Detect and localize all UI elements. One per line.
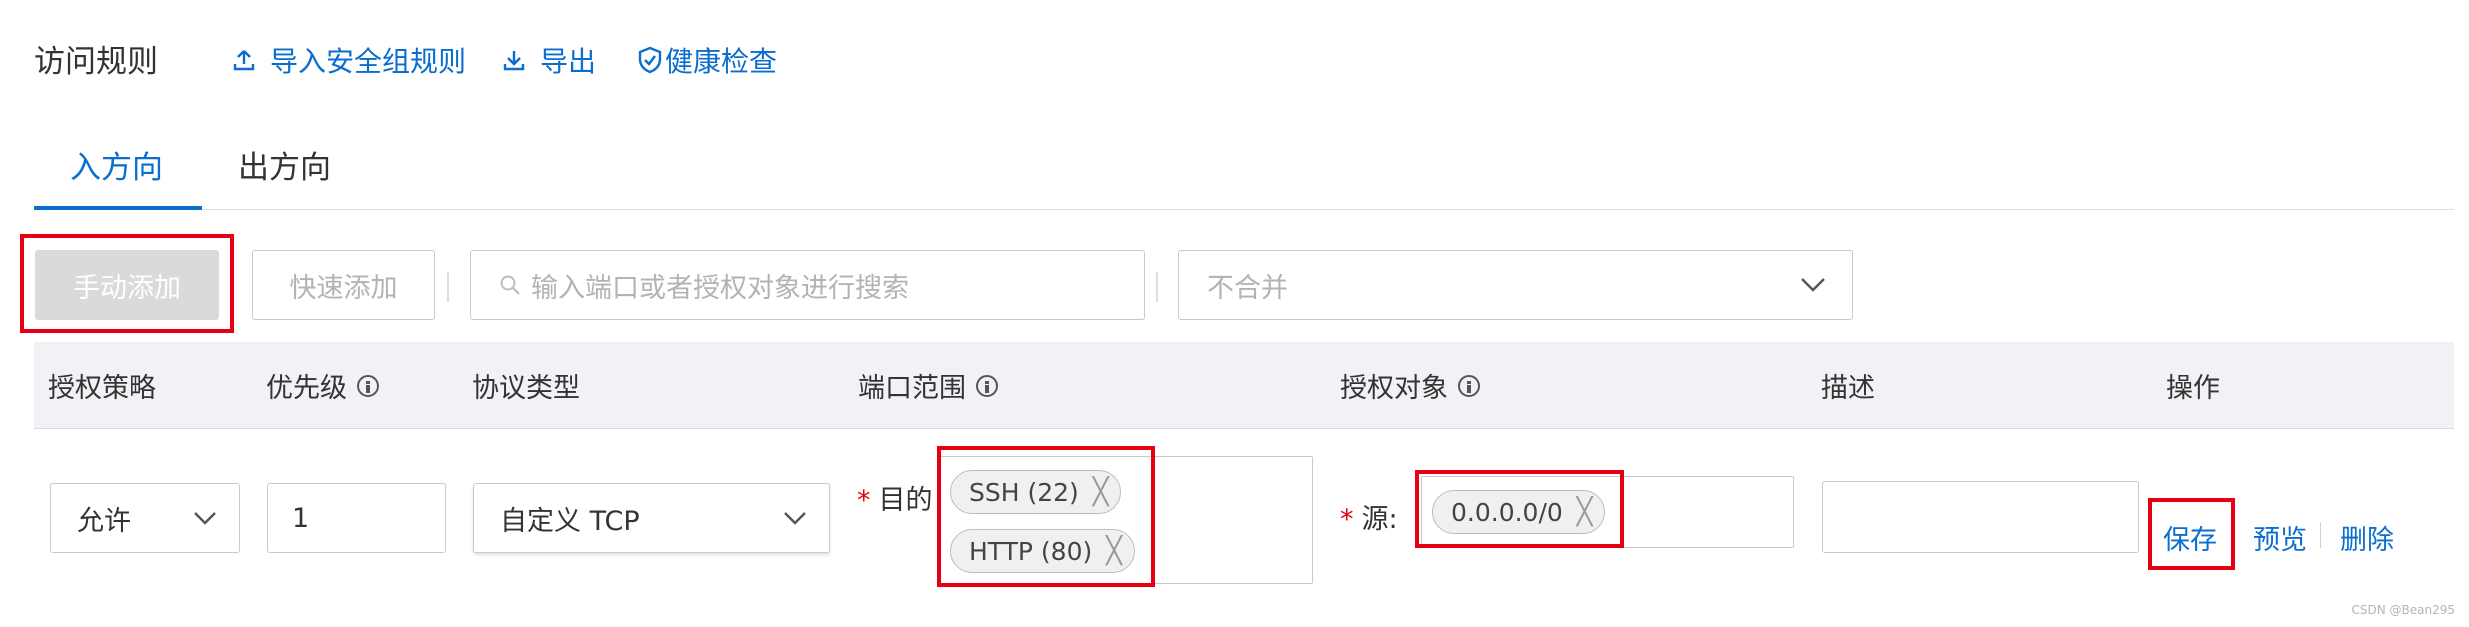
column-header-priority: 优先级 — [266, 366, 379, 405]
chevron-down-icon — [194, 512, 216, 525]
column-header-protocol: 协议类型 — [472, 373, 580, 404]
policy-select-value: 允许 — [77, 505, 131, 537]
export-link[interactable]: 导出 — [502, 40, 596, 80]
import-rules-label: 导入安全组规则 — [270, 45, 467, 78]
toolbar-divider-2 — [1156, 272, 1158, 302]
health-check-link[interactable]: 健康检查 — [637, 40, 777, 80]
tab-divider — [34, 209, 2454, 210]
shield-check-icon — [638, 46, 662, 74]
info-icon[interactable] — [357, 374, 379, 397]
destination-label: * 目的 — [857, 485, 933, 516]
info-icon[interactable] — [976, 374, 998, 397]
chevron-down-icon — [1801, 278, 1825, 292]
page-title: 访问规则 — [34, 44, 158, 80]
priority-value: 1 — [292, 502, 310, 534]
import-rules-link[interactable]: 导入安全组规则 — [232, 40, 466, 80]
column-header-port-range: 端口范围 — [858, 366, 998, 405]
merge-select-value: 不合并 — [1207, 272, 1288, 304]
description-input[interactable] — [1822, 481, 2139, 553]
column-header-actions: 操作 — [2166, 373, 2220, 404]
merge-select[interactable]: 不合并 — [1178, 250, 1853, 320]
tab-outbound[interactable]: 出方向 — [238, 142, 331, 187]
search-icon — [500, 275, 520, 295]
protocol-select-value: 自定义 TCP — [500, 505, 640, 537]
health-check-label: 健康检查 — [665, 45, 778, 78]
column-header-auth-object: 授权对象 — [1340, 366, 1480, 405]
delete-link[interactable]: 删除 — [2340, 518, 2394, 557]
chevron-down-icon — [784, 512, 806, 525]
quick-add-button[interactable]: 快速添加 — [252, 250, 435, 320]
policy-select[interactable]: 允许 — [50, 483, 240, 553]
column-header-policy: 授权策略 — [48, 373, 156, 404]
manual-add-button[interactable]: 手动添加 — [35, 250, 219, 320]
tab-active-indicator — [34, 206, 202, 210]
watermark: CSDN @Bean295 — [2351, 603, 2455, 617]
preview-link[interactable]: 预览 — [2253, 518, 2307, 557]
info-icon[interactable] — [1458, 374, 1480, 397]
table-header — [34, 342, 2454, 429]
toolbar-divider — [447, 272, 449, 302]
highlight-box-ports — [937, 446, 1155, 587]
protocol-select[interactable]: 自定义 TCP — [473, 483, 830, 553]
search-placeholder: 输入端口或者授权对象进行搜索 — [531, 272, 909, 304]
save-link[interactable]: 保存 — [2163, 518, 2217, 557]
export-label: 导出 — [540, 45, 597, 78]
tab-inbound[interactable]: 入方向 — [70, 142, 163, 187]
action-divider — [2320, 522, 2321, 548]
source-label: * 源: — [1340, 504, 1398, 535]
search-input[interactable]: 输入端口或者授权对象进行搜索 — [470, 250, 1145, 320]
priority-input[interactable]: 1 — [267, 483, 446, 553]
download-icon — [503, 51, 525, 71]
upload-icon — [233, 50, 255, 71]
highlight-box-source — [1415, 470, 1624, 548]
column-header-description: 描述 — [1821, 373, 1875, 404]
